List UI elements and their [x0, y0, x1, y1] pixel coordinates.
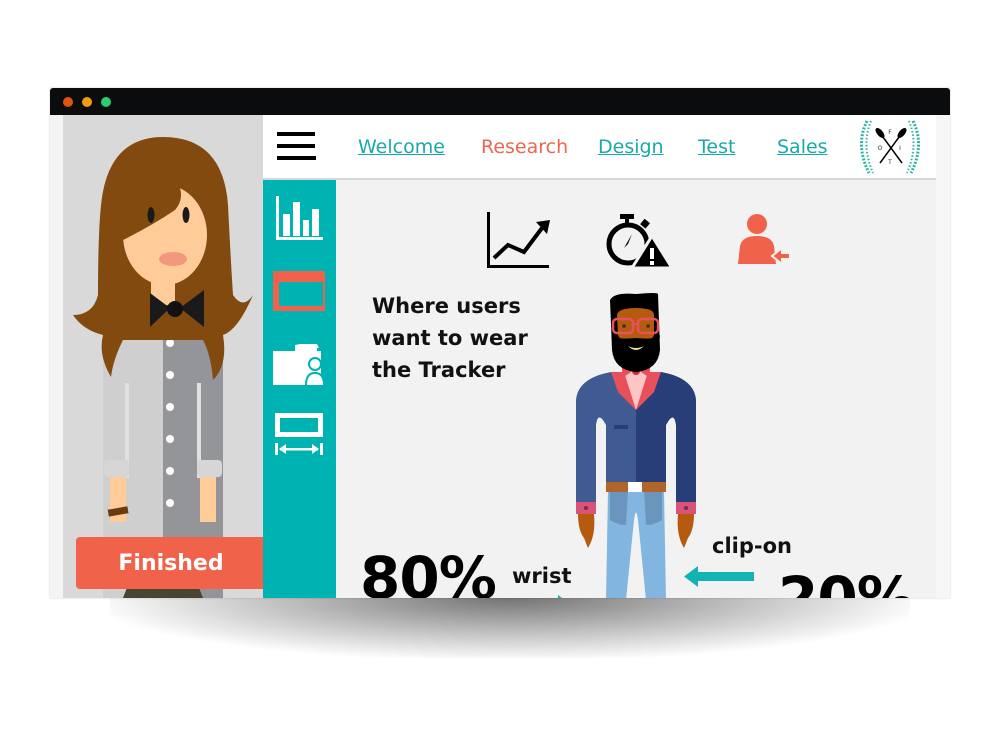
- clip-on-label: clip-on: [712, 534, 792, 558]
- window-icon: [273, 271, 325, 311]
- logo-letter-f: F: [888, 129, 892, 136]
- close-window-button[interactable]: [63, 97, 73, 107]
- sidebar-item-bar-chart[interactable]: [273, 194, 325, 244]
- logo-letter-o: O: [878, 145, 883, 152]
- wrist-percentage: 80%: [360, 544, 497, 598]
- wrist-arrow-icon: [558, 595, 562, 598]
- nav-test[interactable]: Test: [698, 115, 735, 178]
- hamburger-icon-bar: [277, 144, 315, 148]
- persona-panel: Finished: [63, 115, 263, 598]
- resize-width-icon: [275, 413, 323, 455]
- user-arrow-icon: [738, 214, 791, 267]
- clip-on-percentage: 20%: [778, 564, 915, 598]
- folder-user-icon: [273, 344, 325, 385]
- maximize-window-button[interactable]: [101, 97, 111, 107]
- sidebar-item-folder-user[interactable]: [273, 340, 325, 390]
- browser-window: Finished Welcome Research Design Test Sa…: [50, 88, 950, 598]
- wrist-label: wrist: [512, 564, 572, 588]
- man-persona-illustration: [576, 293, 696, 598]
- sidebar: [263, 180, 336, 598]
- stopwatch-warning-icon: [606, 214, 674, 270]
- logo-letter-i: I: [899, 145, 901, 152]
- hamburger-menu-button[interactable]: [277, 130, 317, 162]
- clip-on-arrow-icon: [684, 566, 754, 587]
- logo-letter-t: T: [887, 159, 892, 166]
- nav-design[interactable]: Design: [598, 115, 664, 178]
- title-bar: [50, 88, 950, 115]
- nav-welcome[interactable]: Welcome: [358, 115, 445, 178]
- trend-up-chart-icon: [487, 212, 550, 268]
- window-right-margin: [936, 115, 950, 598]
- sidebar-item-window[interactable]: [273, 266, 325, 316]
- sidebar-item-resize[interactable]: [273, 410, 325, 460]
- top-nav-bar: Welcome Research Design Test Sales F O I…: [263, 115, 936, 180]
- finished-button[interactable]: Finished: [76, 537, 263, 589]
- brand-logo[interactable]: F O I T: [853, 117, 927, 177]
- nav-research[interactable]: Research: [481, 115, 568, 178]
- hamburger-icon: [277, 132, 315, 136]
- window-shadow: [110, 598, 910, 658]
- page-heading: Where users want to wear the Tracker: [372, 294, 528, 382]
- hamburger-icon-bar: [277, 156, 316, 160]
- nav-sales[interactable]: Sales: [777, 115, 828, 178]
- main-content: Where users want to wear the Tracker 80%…: [336, 180, 936, 598]
- minimize-window-button[interactable]: [82, 97, 92, 107]
- woman-persona-illustration: [73, 137, 253, 598]
- bar-chart-icon: [276, 196, 323, 240]
